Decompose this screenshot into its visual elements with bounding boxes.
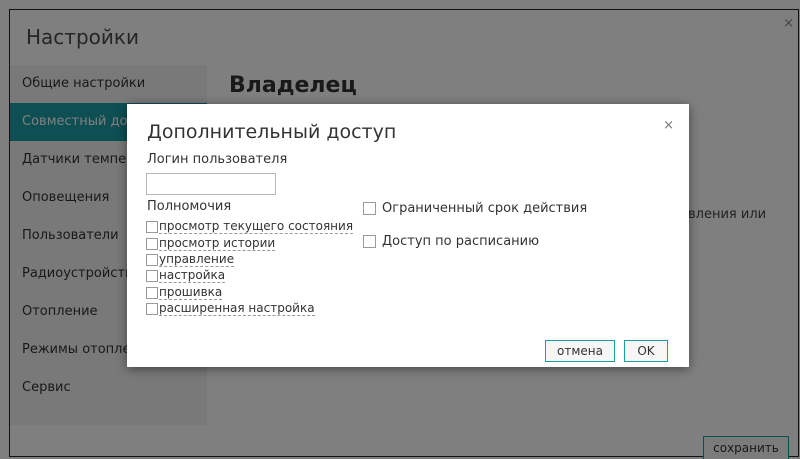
permission-label: управление [159,251,235,267]
permission-label: прошивка [159,284,223,300]
permissions-label: Полномочия [147,199,232,214]
checkbox[interactable] [146,270,158,283]
schedule-access-label: Доступ по расписанию [382,234,540,249]
checkbox[interactable] [363,235,376,248]
ok-button[interactable]: OK [624,340,668,362]
permissions-list: просмотр текущего состояния просмотр ист… [146,219,354,317]
dialog-title: Дополнительный доступ [147,121,397,143]
permission-view-current-state[interactable]: просмотр текущего состояния [146,219,354,235]
login-input[interactable] [146,173,276,195]
permission-label: расширенная настройка [159,301,315,317]
permission-control[interactable]: управление [146,252,353,268]
permission-label: настройка [159,268,226,284]
limited-validity-label: Ограниченный срок действия [382,201,588,216]
login-label: Логин пользователя [147,152,288,167]
cancel-button[interactable]: отмена [545,340,615,362]
permission-firmware[interactable]: прошивка [146,285,353,301]
permission-advanced-settings[interactable]: расширенная настройка [146,301,353,317]
checkbox[interactable] [146,221,158,234]
close-icon[interactable]: × [663,118,674,133]
additional-access-dialog: Дополнительный доступ × Логин пользовате… [127,104,689,367]
schedule-access-option[interactable]: Доступ по расписанию [363,234,539,249]
checkbox[interactable] [146,303,158,316]
limited-validity-option[interactable]: Ограниченный срок действия [363,201,587,216]
permission-view-history[interactable]: просмотр истории [146,235,353,251]
checkbox[interactable] [146,253,158,266]
checkbox[interactable] [146,286,158,299]
checkbox[interactable] [363,202,376,215]
checkbox[interactable] [146,237,158,250]
permission-label: просмотр истории [159,235,276,251]
permission-label: просмотр текущего состояния [159,219,354,235]
permission-settings[interactable]: настройка [146,268,353,284]
